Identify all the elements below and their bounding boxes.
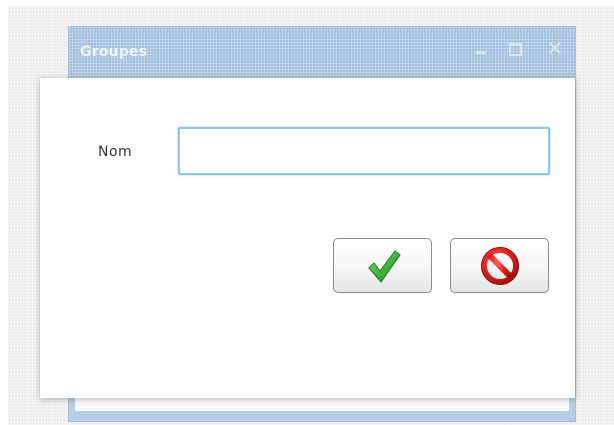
close-icon[interactable]: [547, 40, 563, 56]
cancel-button[interactable]: [450, 238, 549, 293]
confirm-button[interactable]: [333, 238, 432, 293]
window-title: Groupes: [80, 44, 148, 60]
window-bottom-border: [69, 411, 575, 421]
maximize-icon[interactable]: [507, 40, 523, 56]
group-name-dialog: Nom: [40, 78, 575, 398]
checkmark-icon: [334, 246, 431, 286]
name-input[interactable]: [178, 127, 550, 175]
window-titlebar: Groupes: [69, 27, 575, 79]
minimize-icon[interactable]: [473, 40, 489, 56]
name-label: Nom: [98, 144, 133, 160]
no-entry-icon: [451, 246, 548, 286]
